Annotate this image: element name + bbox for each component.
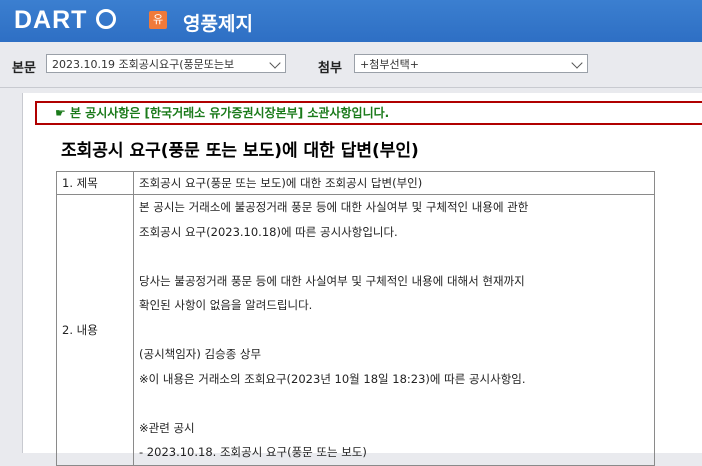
body-select[interactable]: 2023.10.19 조회공시요구(풍문또는보 — [46, 54, 286, 73]
content-line: 조회공시 요구(2023.10.18)에 따른 공시사항입니다. — [139, 224, 398, 239]
attach-select[interactable]: +첨부선택+ — [354, 54, 588, 73]
dart-logo[interactable]: DART — [14, 6, 87, 35]
disclosure-table: 1. 제목 조회공시 요구(풍문 또는 보도)에 대한 조회공시 답변(부인) … — [56, 171, 655, 466]
market-badge: 유 — [149, 11, 167, 29]
document-title: 조회공시 요구(풍문 또는 보도)에 대한 답변(부인) — [61, 141, 419, 161]
content-line: - 2023.10.18. 조회공시 요구(풍문 또는 보도) — [139, 445, 367, 459]
body-label: 본문 — [12, 61, 36, 76]
jurisdiction-notice: ☛ 본 공시사항은 [한국거래소 유가증권시장본부] 소관사항입니다. — [35, 101, 702, 125]
dart-logo-mark-icon — [96, 9, 116, 29]
header-bar: DART 유 영풍제지 — [0, 0, 702, 42]
row-content: 조회공시 요구(풍문 또는 보도)에 대한 조회공시 답변(부인) — [133, 171, 655, 195]
content-line: 본 공시는 거래소에 불공정거래 풍문 등에 대한 사실여부 및 구체적인 내용… — [139, 200, 529, 214]
document-toolbar: 본문 2023.10.19 조회공시요구(풍문또는보 첨부 +첨부선택+ — [0, 42, 702, 88]
body-select-value: 2023.10.19 조회공시요구(풍문또는보 — [52, 58, 235, 71]
table-row: 2. 내용 본 공시는 거래소에 불공정거래 풍문 등에 대한 사실여부 및 구… — [56, 194, 655, 466]
chevron-down-icon — [571, 57, 583, 69]
company-name: 영풍제지 — [183, 13, 253, 35]
content-line: ※관련 공시 — [139, 420, 195, 435]
content-line — [139, 244, 649, 269]
attach-select-value: +첨부선택+ — [360, 58, 419, 71]
document-viewer[interactable]: ☛ 본 공시사항은 [한국거래소 유가증권시장본부] 소관사항입니다. 조회공시… — [22, 93, 702, 466]
chevron-down-icon — [269, 57, 281, 69]
content-line: 당사는 불공정거래 풍문 등에 대한 사실여부 및 구체적인 내용에 대해서 현… — [139, 273, 525, 288]
pointing-hand-icon: ☛ — [55, 106, 70, 120]
content-line — [139, 318, 649, 343]
notice-text: 본 공시사항은 [한국거래소 유가증권시장본부] 소관사항입니다. — [69, 106, 390, 120]
row-content: 본 공시는 거래소에 불공정거래 풍문 등에 대한 사실여부 및 구체적인 내용… — [133, 194, 655, 466]
row-label: 2. 내용 — [56, 194, 134, 466]
attach-label: 첨부 — [318, 61, 342, 76]
content-line — [139, 391, 649, 416]
table-row: 1. 제목 조회공시 요구(풍문 또는 보도)에 대한 조회공시 답변(부인) — [56, 171, 655, 195]
row-label: 1. 제목 — [56, 171, 134, 195]
content-line: (공시책임자) 김승종 상무 — [139, 347, 262, 361]
content-line: ※이 내용은 거래소의 조회요구(2023년 10월 18일 18:23)에 따… — [139, 371, 526, 386]
content-line: 확인된 사항이 없음을 알려드립니다. — [139, 298, 313, 312]
content-line: 조회공시 요구(풍문 또는 보도)에 대한 조회공시 답변(부인) — [139, 176, 423, 190]
